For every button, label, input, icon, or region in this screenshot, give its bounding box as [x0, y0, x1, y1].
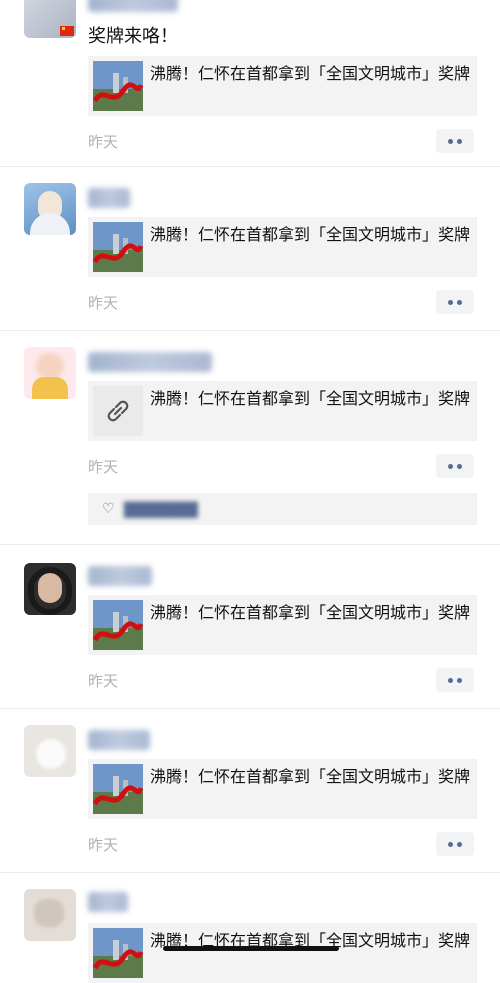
avatar[interactable] — [24, 563, 76, 615]
post-time: 昨天 — [88, 458, 119, 476]
card-title: 沸腾！仁怀在首都拿到「全国文明城市」奖牌 — [150, 389, 471, 408]
post-time: 昨天 — [88, 836, 119, 854]
link-icon — [93, 386, 143, 436]
avatar[interactable] — [24, 347, 76, 399]
article-thumbnail — [93, 928, 143, 978]
link-card[interactable]: 沸腾！仁怀在首都拿到「全国文明城市」奖牌 — [88, 759, 477, 819]
article-thumbnail — [93, 764, 143, 814]
avatar[interactable] — [24, 889, 76, 941]
likes-bar: ♡ ▇▇▇▇▇▇ — [88, 493, 477, 525]
moment-post: 沸腾！仁怀在首都拿到「全国文明城市」奖牌 昨天 — [0, 545, 500, 708]
more-dots-icon[interactable] — [436, 832, 474, 856]
link-card[interactable]: 沸腾！仁怀在首都拿到「全国文明城市」奖牌 — [88, 923, 477, 983]
post-time: 昨天 — [88, 672, 119, 690]
link-card[interactable]: 沸腾！仁怀在首都拿到「全国文明城市」奖牌 — [88, 381, 477, 441]
post-time: 昨天 — [88, 294, 119, 312]
avatar[interactable] — [24, 725, 76, 777]
link-card[interactable]: 沸腾！仁怀在首都拿到「全国文明城市」奖牌 — [88, 595, 477, 655]
post-text: 奖牌来咯！ — [88, 26, 178, 47]
avatar[interactable] — [24, 183, 76, 235]
article-thumbnail — [93, 600, 143, 650]
card-title: 沸腾！仁怀在首都拿到「全国文明城市」奖牌 — [150, 64, 471, 83]
more-dots-icon[interactable] — [436, 290, 474, 314]
post-time: 昨天 — [88, 133, 119, 151]
article-thumbnail — [93, 61, 143, 111]
username[interactable] — [88, 0, 178, 12]
username[interactable] — [88, 566, 152, 586]
card-title: 沸腾！仁怀在首都拿到「全国文明城市」奖牌 — [150, 603, 471, 622]
username[interactable] — [88, 892, 128, 912]
card-title: 沸腾！仁怀在首都拿到「全国文明城市」奖牌 — [150, 225, 471, 244]
moment-post: 沸腾！仁怀在首都拿到「全国文明城市」奖牌 昨天 ♡ ▇▇▇▇▇▇ — [0, 331, 500, 544]
moment-post: 沸腾！仁怀在首都拿到「全国文明城市」奖牌 昨天 — [0, 709, 500, 872]
article-thumbnail — [93, 222, 143, 272]
card-title: 沸腾！仁怀在首都拿到「全国文明城市」奖牌 — [150, 767, 471, 786]
username[interactable] — [88, 188, 130, 208]
link-card[interactable]: 沸腾！仁怀在首都拿到「全国文明城市」奖牌 — [88, 56, 477, 116]
username[interactable] — [88, 730, 150, 750]
heart-icon: ♡ — [102, 501, 115, 517]
more-dots-icon[interactable] — [436, 454, 474, 478]
moment-post: 沸腾！仁怀在首都拿到「全国文明城市」奖牌 昨天 — [0, 167, 500, 330]
more-dots-icon[interactable] — [436, 129, 474, 153]
home-indicator[interactable] — [163, 946, 339, 951]
username[interactable] — [88, 352, 212, 372]
more-dots-icon[interactable] — [436, 668, 474, 692]
link-card[interactable]: 沸腾！仁怀在首都拿到「全国文明城市」奖牌 — [88, 217, 477, 277]
moment-post: 奖牌来咯！ 沸腾！仁怀在首都拿到「全国文明城市」奖牌 昨天 — [0, 0, 500, 166]
liker-name[interactable]: ▇▇▇▇▇▇ — [124, 499, 198, 518]
flag-icon — [60, 26, 74, 36]
